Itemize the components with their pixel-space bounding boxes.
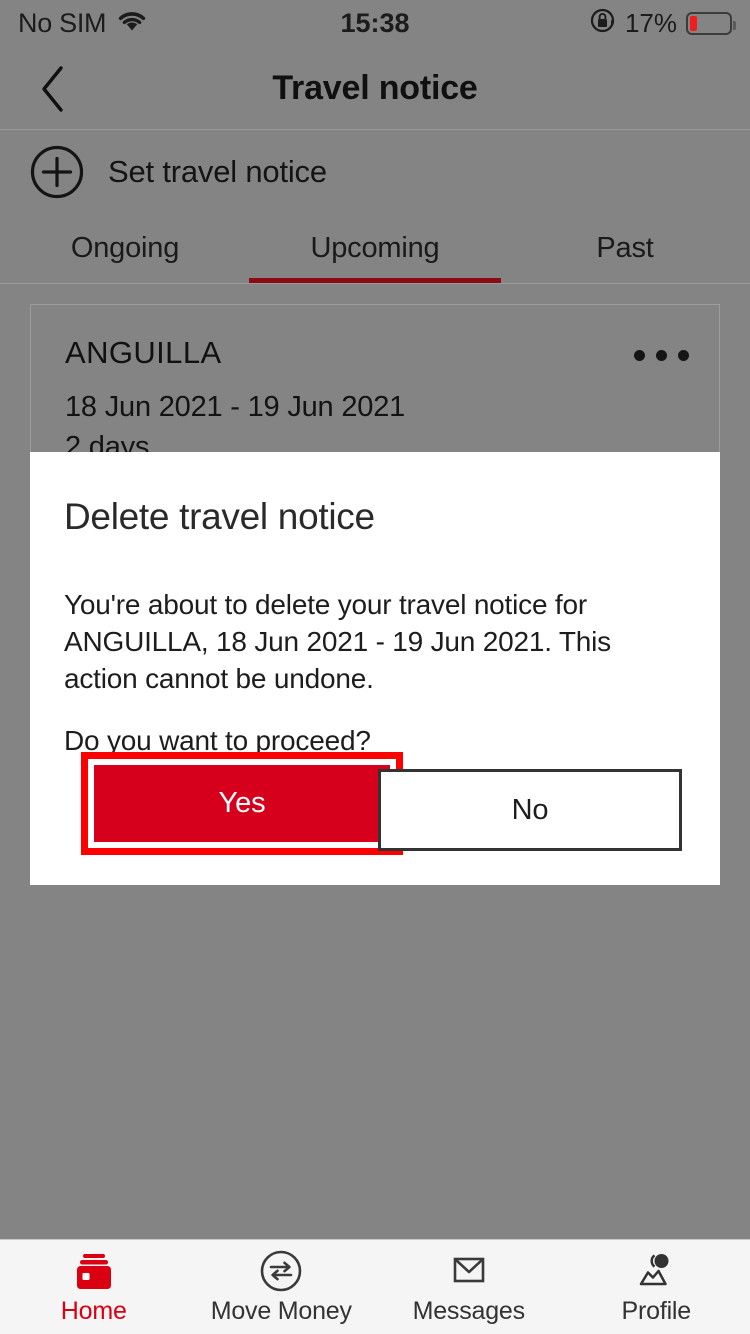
confirm-button-highlight: Yes [81,752,403,855]
transfer-arrows-icon [259,1249,303,1293]
bottom-nav-label-move-money: Move Money [210,1296,352,1325]
tab-ongoing-label: Ongoing [70,232,180,264]
tab-ongoing[interactable]: Ongoing [0,214,250,283]
status-bar: No SIM 15:38 17% [0,0,750,46]
bottom-nav-item-profile[interactable]: Profile [563,1240,750,1334]
tab-past-label: Past [596,232,654,264]
bottom-nav-label-messages: Messages [412,1296,526,1325]
travel-notice-overflow-menu-button[interactable] [625,331,697,379]
status-bar-right: 17% [589,7,736,39]
rotation-lock-icon [589,7,616,39]
wallet-icon [71,1249,117,1293]
people-icon [633,1249,679,1293]
bottom-nav-label-home: Home [60,1296,127,1325]
dialog-body-text: You're about to delete your travel notic… [64,589,611,695]
travel-notice-dates: 18 Jun 2021 - 19 Jun 2021 [65,391,406,423]
bottom-nav-item-messages[interactable]: Messages [375,1240,563,1334]
page-title: Travel notice [272,68,478,107]
travel-notice-tabs: Ongoing Upcoming Past [0,214,750,284]
battery-percent-label: 17% [624,7,677,38]
bottom-nav-item-move-money[interactable]: Move Money [188,1240,376,1334]
bottom-nav-label-profile: Profile [621,1296,692,1325]
ellipsis-dot [655,349,667,361]
dialog-actions: Yes No [64,752,686,855]
tab-upcoming[interactable]: Upcoming [250,214,500,283]
yes-button[interactable]: Yes [94,765,390,842]
bottom-nav-item-home[interactable]: Home [0,1240,188,1334]
no-button[interactable]: No [378,769,682,851]
plus-circle-icon [30,145,84,199]
phone-screen: No SIM 15:38 17% Travel notice Set trave… [0,0,750,1334]
ellipsis-dot [677,349,689,361]
battery-fill [690,15,698,31]
dialog-title: Delete travel notice [64,496,375,537]
delete-travel-notice-dialog: Delete travel notice You're about to del… [30,452,720,885]
nav-header: Travel notice [0,46,750,130]
envelope-icon [447,1249,491,1293]
battery-icon [686,11,736,35]
tab-past[interactable]: Past [500,214,750,283]
bottom-navigation-bar: Home Move Money Messages Profile [0,1239,750,1334]
ellipsis-dot [633,349,645,361]
set-travel-notice-button[interactable]: Set travel notice [0,131,750,213]
tab-upcoming-label: Upcoming [310,232,440,264]
set-travel-notice-label: Set travel notice [108,154,327,189]
travel-notice-country: ANGUILLA [65,335,222,370]
